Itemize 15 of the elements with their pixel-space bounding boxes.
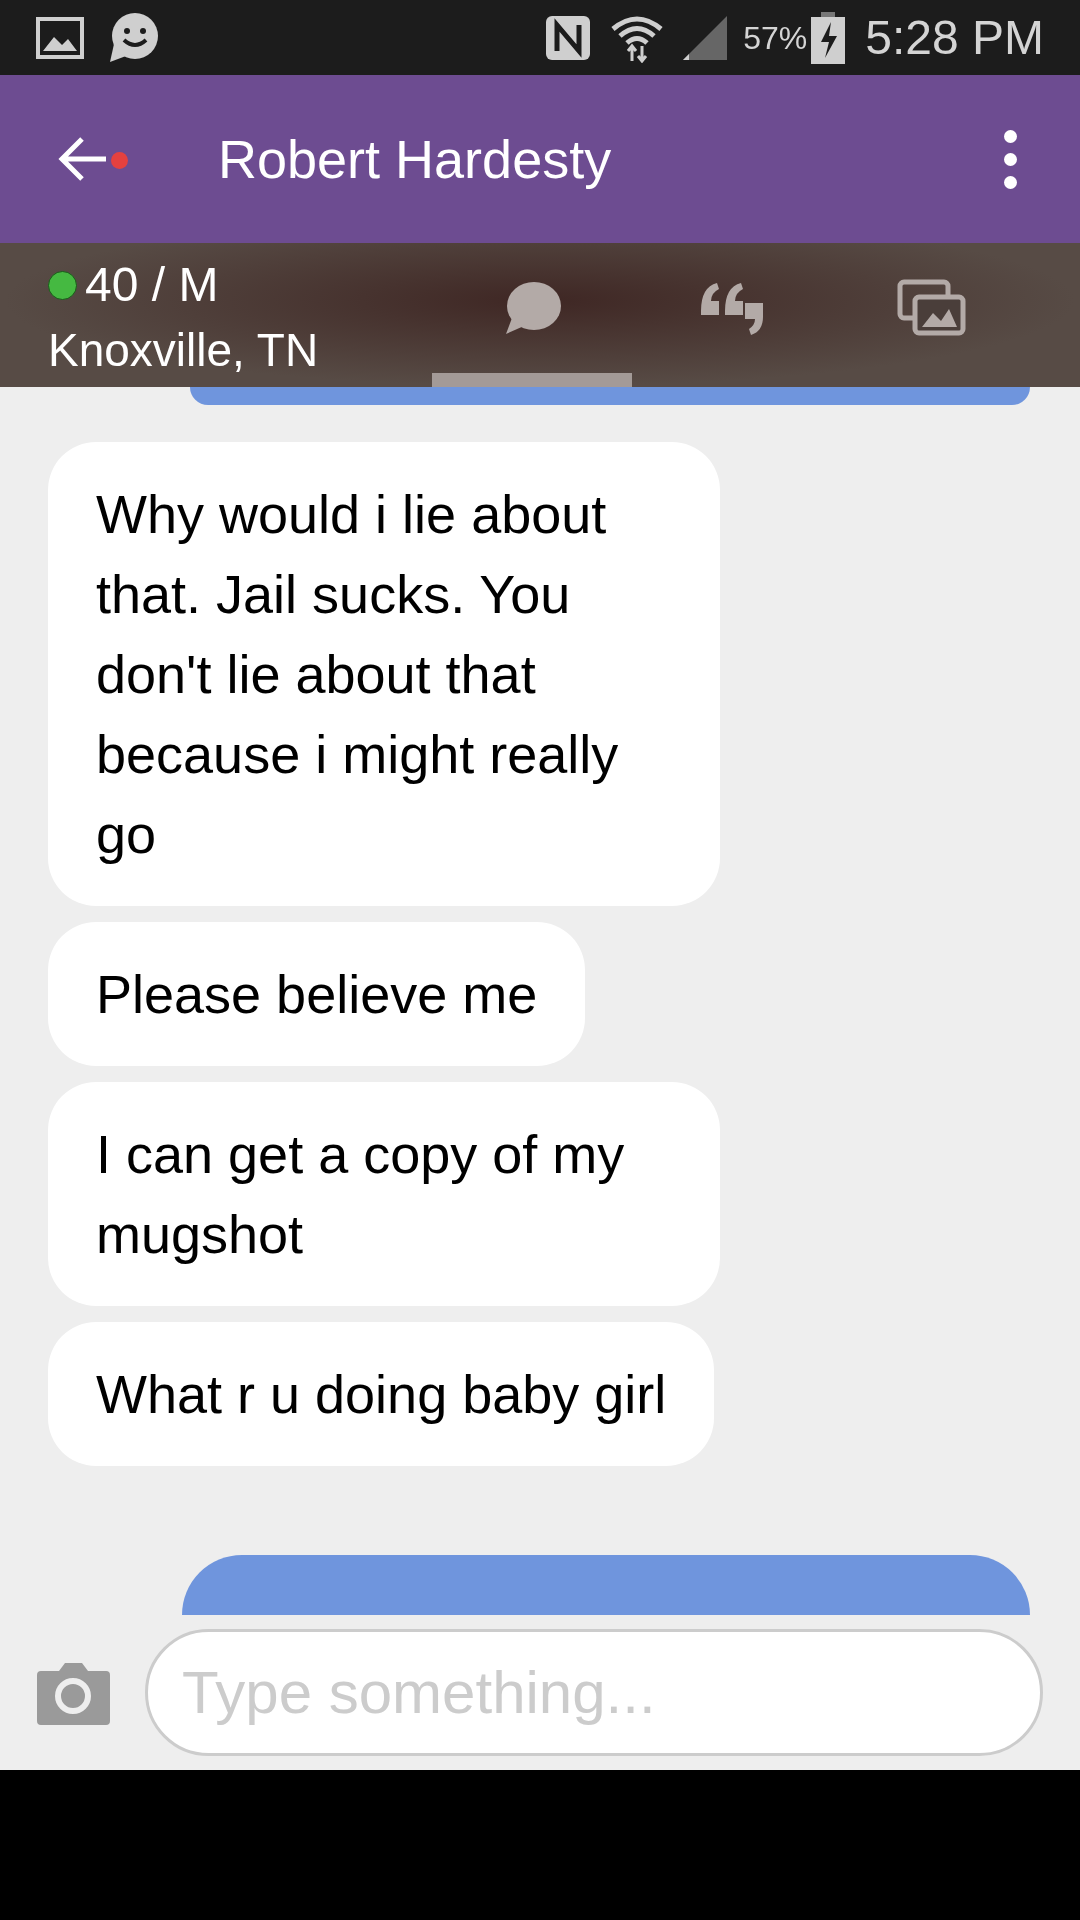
message-bubble: I can get a copy of my mugshot bbox=[48, 1082, 720, 1306]
contact-name: Robert Hardesty bbox=[218, 127, 613, 191]
charging-battery-icon bbox=[811, 11, 846, 64]
message-bubble: Why would i lie about that. Jail sucks. You don't lie about that because i might really go bbox=[48, 442, 720, 906]
nfc-icon bbox=[545, 14, 592, 61]
message-bubble: Please believe me bbox=[48, 922, 586, 1066]
location: Knoxville, TN bbox=[48, 323, 320, 378]
image-icon bbox=[36, 16, 84, 59]
smiley-chat-icon bbox=[108, 11, 160, 64]
back-arrow-icon bbox=[58, 137, 108, 181]
message-bubble: What r u doing baby girl bbox=[48, 1322, 715, 1466]
photo-gallery-icon bbox=[897, 279, 967, 337]
age-gender: 40 / M bbox=[85, 257, 219, 313]
battery-percentage: 57% bbox=[743, 18, 808, 58]
clock-time: 5:28 PM bbox=[865, 9, 1044, 66]
